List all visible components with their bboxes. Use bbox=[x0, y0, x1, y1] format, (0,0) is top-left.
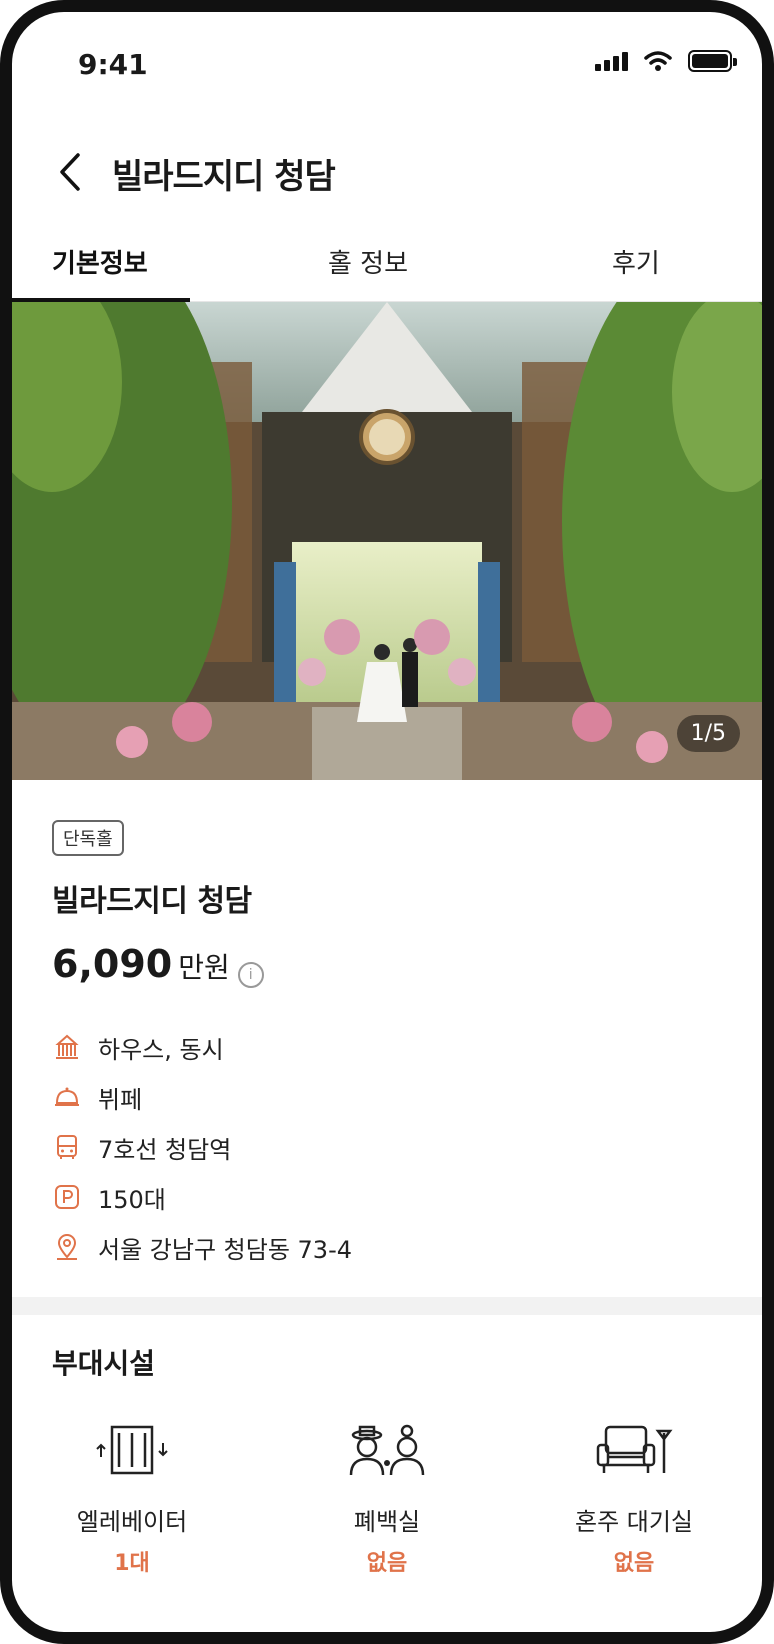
venue-name: 빌라드지디 청담 bbox=[52, 884, 252, 919]
venue-photo bbox=[12, 302, 762, 780]
facility-value: 없음 bbox=[366, 1551, 408, 1576]
status-icons bbox=[595, 50, 737, 72]
wifi-icon bbox=[644, 51, 672, 71]
detail-text: 하우스, 동시 bbox=[98, 1035, 224, 1064]
detail-row-hall-style: 하우스, 동시 bbox=[52, 1022, 732, 1072]
venue-info: 단독홀 빌라드지디 청담 6,090 만원 i 하우스, 동시 뷔페 7호선 청… bbox=[52, 820, 732, 1272]
facility-value: 1대 bbox=[114, 1551, 150, 1576]
app-header: 빌라드지디 청담 bbox=[12, 127, 762, 217]
bus-icon bbox=[57, 1135, 77, 1159]
chevron-left-icon bbox=[60, 153, 80, 191]
parking-icon bbox=[55, 1185, 79, 1209]
status-bar: 9:41 bbox=[12, 12, 762, 112]
tab-reviews[interactable]: 후기 bbox=[612, 243, 660, 280]
detail-row-transit: 7호선 청담역 bbox=[52, 1122, 732, 1172]
facility-label: 폐백실 bbox=[353, 1508, 421, 1536]
detail-row-address[interactable]: 서울 강남구 청담동 73-4 bbox=[52, 1222, 732, 1272]
status-time: 9:41 bbox=[78, 48, 148, 81]
facility-value: 없음 bbox=[613, 1551, 655, 1576]
venue-price: 6,090 만원 i bbox=[52, 942, 732, 988]
facility-pyebaek-room: 폐백실 없음 bbox=[287, 1420, 487, 1577]
section-title: 부대시설 bbox=[52, 1347, 156, 1380]
detail-text: 뷔페 bbox=[98, 1085, 143, 1114]
venue-photo-carousel[interactable]: 1/5 bbox=[12, 302, 762, 780]
detail-text: 서울 강남구 청담동 73-4 bbox=[98, 1235, 352, 1264]
cellular-signal-icon bbox=[595, 51, 628, 71]
tab-basic-info[interactable]: 기본정보 bbox=[52, 243, 148, 280]
battery-icon bbox=[688, 50, 737, 72]
venue-details-list: 하우스, 동시 뷔페 7호선 청담역 150대 서울 강남구 청담동 73-4 bbox=[52, 1022, 732, 1272]
detail-text: 150대 bbox=[98, 1185, 166, 1214]
detail-row-parking: 150대 bbox=[52, 1172, 732, 1222]
back-button[interactable] bbox=[52, 147, 92, 197]
location-pin-icon bbox=[57, 1234, 77, 1260]
tab-bar: 기본정보 홀 정보 후기 bbox=[12, 227, 762, 302]
detail-text: 7호선 청담역 bbox=[98, 1135, 232, 1164]
price-amount: 6,090 bbox=[52, 942, 173, 986]
phone-frame: 9:41 빌라드지디 청담 기본정보 홀 정보 후기 1/5 단독홀 빌라드지디… bbox=[0, 0, 774, 1644]
page-title: 빌라드지디 청담 bbox=[112, 157, 336, 197]
elevator-icon bbox=[96, 1425, 168, 1475]
detail-row-meal: 뷔페 bbox=[52, 1072, 732, 1122]
section-divider bbox=[12, 1297, 762, 1315]
couple-icon bbox=[349, 1424, 425, 1476]
facility-parents-lounge: 혼주 대기실 없음 bbox=[534, 1420, 734, 1577]
facility-elevator: 엘레베이터 1대 bbox=[32, 1420, 232, 1577]
tab-hall-info[interactable]: 홀 정보 bbox=[328, 243, 408, 280]
info-icon[interactable]: i bbox=[237, 962, 264, 988]
food-cloche-icon bbox=[55, 1087, 79, 1106]
hall-type-badge: 단독홀 bbox=[52, 820, 124, 856]
building-icon bbox=[55, 1034, 79, 1059]
facility-label: 엘레베이터 bbox=[76, 1508, 188, 1536]
photo-counter: 1/5 bbox=[676, 715, 740, 752]
facility-label: 혼주 대기실 bbox=[574, 1508, 694, 1536]
price-unit: 만원 bbox=[178, 951, 230, 984]
armchair-icon bbox=[596, 1425, 673, 1473]
